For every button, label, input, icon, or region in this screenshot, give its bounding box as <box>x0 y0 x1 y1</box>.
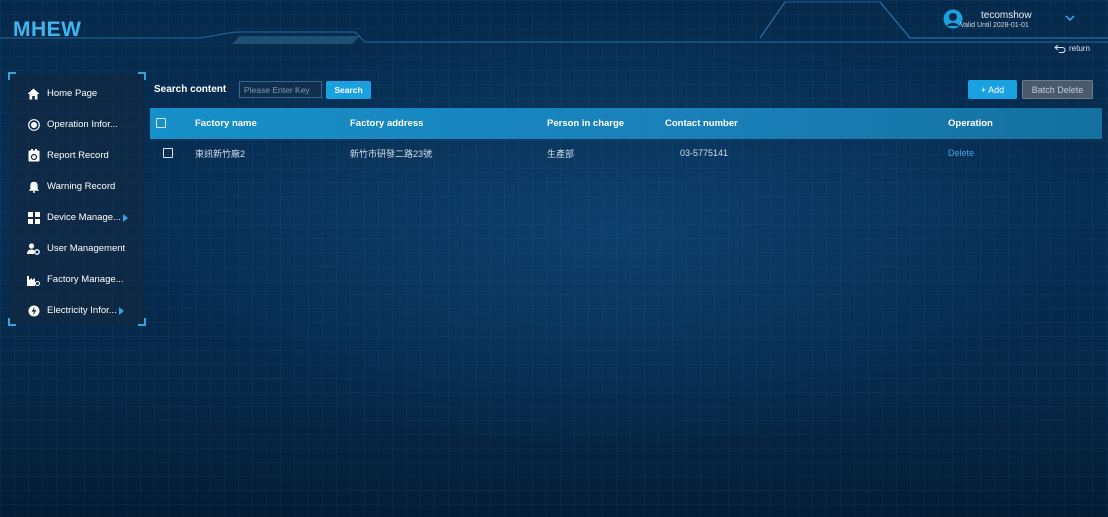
submenu-arrow-icon <box>118 306 124 315</box>
sidebar-item-label: Home Page <box>47 88 98 99</box>
select-all-checkbox[interactable] <box>156 118 166 128</box>
cell-factory-name: 東訊新竹廠2 <box>195 148 246 159</box>
sidebar-item-device-management[interactable]: Device Manage... <box>10 202 144 233</box>
cell-contact-number: 03-5775141 <box>680 148 729 158</box>
sidebar-item-label: Warning Record <box>47 181 116 192</box>
sidebar-item-home-page[interactable]: Home Page <box>10 78 144 109</box>
submenu-arrow-icon <box>122 213 128 222</box>
sidebar-item-electricity-info[interactable]: Electricity Infor... <box>10 295 144 326</box>
background-grid <box>0 0 1108 517</box>
sidebar-item-label: Operation Infor... <box>47 119 118 130</box>
header-frame-lines <box>0 1 1108 44</box>
search-input[interactable] <box>239 81 322 98</box>
column-header: Factory name <box>195 118 257 129</box>
return-button[interactable]: return <box>1054 44 1090 53</box>
batch-delete-button[interactable]: Batch Delete <box>1022 80 1093 99</box>
sidebar-item-label: Electricity Infor... <box>47 305 117 316</box>
bell-icon <box>27 180 40 193</box>
device-grid-icon <box>27 211 40 224</box>
table-header: Factory name Factory address Person in c… <box>150 108 1102 139</box>
user-gear-icon <box>27 242 40 255</box>
electricity-icon <box>27 304 40 317</box>
home-icon <box>27 87 40 100</box>
top-header: MHEW tecomshow Valid Until 2028-01-01 re… <box>0 0 1108 60</box>
app-logo: MHEW <box>13 18 82 41</box>
return-arrow-icon <box>1054 44 1066 53</box>
report-icon <box>27 149 40 162</box>
add-button[interactable]: + Add <box>968 80 1017 99</box>
search-button[interactable]: Search <box>326 81 371 99</box>
sidebar-item-report-record[interactable]: Report Record <box>10 140 144 171</box>
search-label: Search content <box>154 84 227 95</box>
radio-circle-icon <box>27 118 40 131</box>
return-label: return <box>1069 44 1090 53</box>
factory-icon <box>27 273 40 286</box>
cell-person-in-charge: 生產部 <box>547 148 575 159</box>
row-checkbox[interactable] <box>163 148 173 158</box>
sidebar-item-warning-record[interactable]: Warning Record <box>10 171 144 202</box>
sidebar: Home Page Operation Infor... Report Reco… <box>8 72 146 326</box>
cell-factory-address: 新竹市研發二路23號 <box>350 148 433 159</box>
sidebar-item-label: Device Manage... <box>47 212 121 223</box>
chevron-down-icon[interactable] <box>1064 12 1076 24</box>
column-header: Operation <box>948 118 993 129</box>
column-header: Contact number <box>665 118 738 129</box>
sidebar-item-operation-info[interactable]: Operation Infor... <box>10 109 144 140</box>
column-header: Person in charge <box>547 118 625 129</box>
user-menu[interactable]: tecomshow Valid Until 2028-01-01 <box>943 7 1103 33</box>
table-row: 東訊新竹廠2 新竹市研發二路23號 生產部 03-5775141 Delete <box>150 141 1102 165</box>
sidebar-item-label: Report Record <box>47 150 109 161</box>
sidebar-item-user-management[interactable]: User Management <box>10 233 144 264</box>
delete-link[interactable]: Delete <box>948 141 974 165</box>
user-name: tecomshow <box>981 10 1032 21</box>
user-valid-until: Valid Until 2028-01-01 <box>960 22 1029 29</box>
sidebar-item-label: User Management <box>47 243 126 254</box>
sidebar-item-factory-management[interactable]: Factory Manage... <box>10 264 144 295</box>
sidebar-item-label: Factory Manage... <box>47 274 124 285</box>
app-root: MHEW tecomshow Valid Until 2028-01-01 re… <box>0 0 1108 517</box>
column-header: Factory address <box>350 118 424 129</box>
